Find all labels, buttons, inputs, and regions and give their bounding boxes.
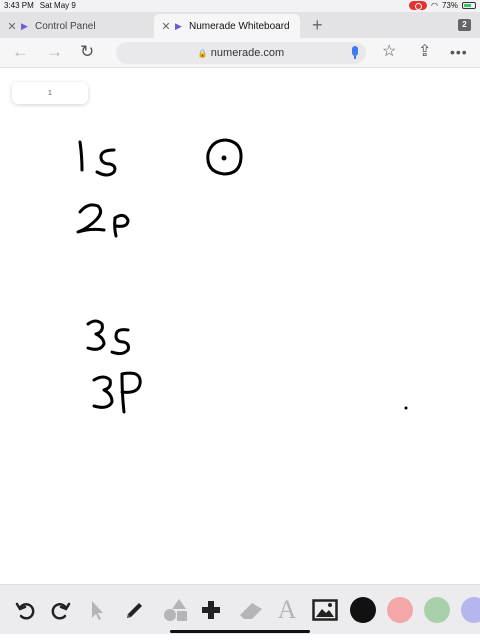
pointer-icon[interactable] <box>84 597 110 623</box>
handwriting-3p <box>92 371 142 414</box>
new-tab-plus-icon[interactable]: + <box>312 14 323 36</box>
color-swatch-black[interactable] <box>350 597 376 623</box>
tab-label: Numerade Whiteboard <box>189 20 290 32</box>
share-icon[interactable]: ⇪ <box>418 42 431 62</box>
ink-dot <box>404 406 408 410</box>
status-date: Sat May 9 <box>39 1 76 10</box>
wifi-icon: ◠ <box>431 1 438 10</box>
tab-control-panel[interactable]: ✕ ▶ Control Panel <box>0 14 154 38</box>
forward-arrow-icon[interactable]: → <box>46 42 63 62</box>
screen-record-icon[interactable] <box>409 1 427 10</box>
more-options-icon[interactable]: ••• <box>450 42 468 62</box>
drawing-toolbar: A <box>0 584 480 634</box>
handwriting-layer <box>76 138 408 414</box>
battery-percent: 73% <box>441 1 458 10</box>
numerade-logo-icon: ▶ <box>175 21 182 31</box>
lock-icon: 🔒 <box>197 48 208 58</box>
eraser-icon[interactable] <box>238 597 264 623</box>
pen-icon[interactable] <box>122 597 148 623</box>
address-bar[interactable]: 🔒 numerade.com <box>116 42 366 64</box>
color-swatch-pink[interactable] <box>387 597 413 623</box>
redo-icon[interactable] <box>48 597 74 623</box>
handwriting-3s <box>86 319 130 356</box>
numerade-logo-icon: ▶ <box>21 21 28 31</box>
battery-icon <box>462 2 476 9</box>
close-tab-icon[interactable]: ✕ <box>6 20 18 33</box>
undo-icon[interactable] <box>12 597 38 623</box>
reload-icon[interactable]: ↻ <box>80 42 94 62</box>
shapes-icon[interactable] <box>162 597 188 623</box>
browser-toolbar: ← → ↻ 🔒 numerade.com ☆ ⇪ ••• <box>0 38 480 68</box>
battery-fill <box>464 4 472 7</box>
color-swatch-green[interactable] <box>424 597 450 623</box>
status-time: 3:43 PM <box>4 1 34 10</box>
home-indicator[interactable] <box>170 630 310 633</box>
image-icon[interactable] <box>312 597 338 623</box>
status-bar: 3:43 PM Sat May 9 ◠ 73% <box>0 0 480 12</box>
whiteboard-canvas[interactable] <box>0 68 480 584</box>
orbital-circle <box>206 138 243 176</box>
microphone-icon[interactable] <box>352 46 358 59</box>
tab-count-badge[interactable]: 2 <box>458 19 471 31</box>
tab-label: Control Panel <box>35 20 96 32</box>
page-indicator[interactable]: 1 <box>12 82 88 104</box>
tab-numerade-whiteboard[interactable]: ✕ ▶ Numerade Whiteboard <box>154 14 300 38</box>
back-arrow-icon[interactable]: ← <box>12 42 29 62</box>
add-icon[interactable] <box>198 597 224 623</box>
handwriting-2p <box>76 203 130 238</box>
color-swatch-lavender[interactable] <box>461 597 480 623</box>
bookmark-star-icon[interactable]: ☆ <box>382 42 396 62</box>
close-tab-icon[interactable]: ✕ <box>160 20 172 33</box>
text-icon[interactable]: A <box>274 597 300 623</box>
url-text: numerade.com <box>210 47 285 59</box>
tab-bar: ✕ ▶ Control Panel ✕ ▶ Numerade Whiteboar… <box>0 12 480 38</box>
handwriting-1s <box>78 140 117 177</box>
